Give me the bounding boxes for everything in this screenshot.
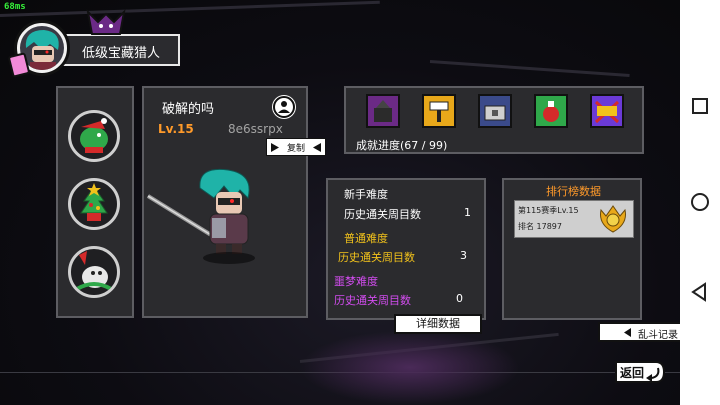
copy-label: 复制 [287,144,306,154]
achievement-chest[interactable] [478,94,512,128]
easy-label: 历史通关周目数 [344,208,421,221]
achievement-progress: 成就进度(67 / 99) [356,139,448,152]
add-friend-icon [273,96,295,118]
achievement-potion[interactable] [534,94,568,128]
chest-icon [484,105,506,121]
easy-value: 1 [464,206,471,219]
hero-character-sprite [146,168,255,264]
pet-slot-2[interactable] [68,178,120,230]
rank-title: 排行榜数据 [546,185,601,198]
player-id: 8e6ssrpx [228,122,283,136]
detail-data-button[interactable]: 详细数据 [394,314,482,334]
achievement-castle[interactable] [366,94,400,128]
add-friend-button[interactable] [272,95,296,119]
demon-badge-icon [86,9,126,35]
hero-name: 破解的吗 [162,102,215,117]
copy-button[interactable]: 复制 [266,138,326,156]
christmas-tree-icon [80,183,108,221]
player-title: 低级宝藏猎人 [82,46,161,61]
hundred-badge-icon [594,100,620,124]
back-label: 返回 [620,366,645,380]
brawl-record-button[interactable]: 乱斗记录 [598,322,682,342]
achievement-hammer[interactable] [422,94,456,128]
rank-season: 第115赛季Lv.15 [518,206,579,215]
brawl-record-label: 乱斗记录 [638,330,678,341]
back-button[interactable]: 返回 [612,358,666,386]
rank-position: 排名 17897 [518,222,562,231]
potion-icon [543,101,559,122]
back-nav-icon[interactable] [690,282,710,302]
easy-title: 新手难度 [344,188,388,201]
nightmare-title: 噩梦难度 [334,275,378,288]
arrow-left-icon [313,143,321,152]
normal-title: 普通难度 [344,232,388,245]
nightmare-value: 0 [456,292,463,305]
achievement-hundred[interactable] [590,94,624,128]
normal-label: 历史通关周目数 [338,251,415,264]
rank-medal-icon [600,205,626,233]
castle-icon [374,100,392,122]
system-nav-bar [680,0,720,405]
home-icon[interactable] [690,192,710,212]
hero-level: Lv.15 [158,122,194,136]
recent-apps-icon[interactable] [690,96,710,116]
crocodile-santa-icon [80,118,108,153]
snowman-wolf-icon [75,251,113,291]
nightmare-label: 历史通关周目数 [334,294,411,307]
pet-slot-3[interactable] [68,246,120,298]
fps-counter: 68ms [4,2,26,12]
arrow-right-icon [271,143,279,152]
hammer-icon [429,101,449,122]
arrow-left-icon [624,328,631,337]
normal-value: 3 [460,249,467,262]
pet-slot-1[interactable] [68,110,120,162]
